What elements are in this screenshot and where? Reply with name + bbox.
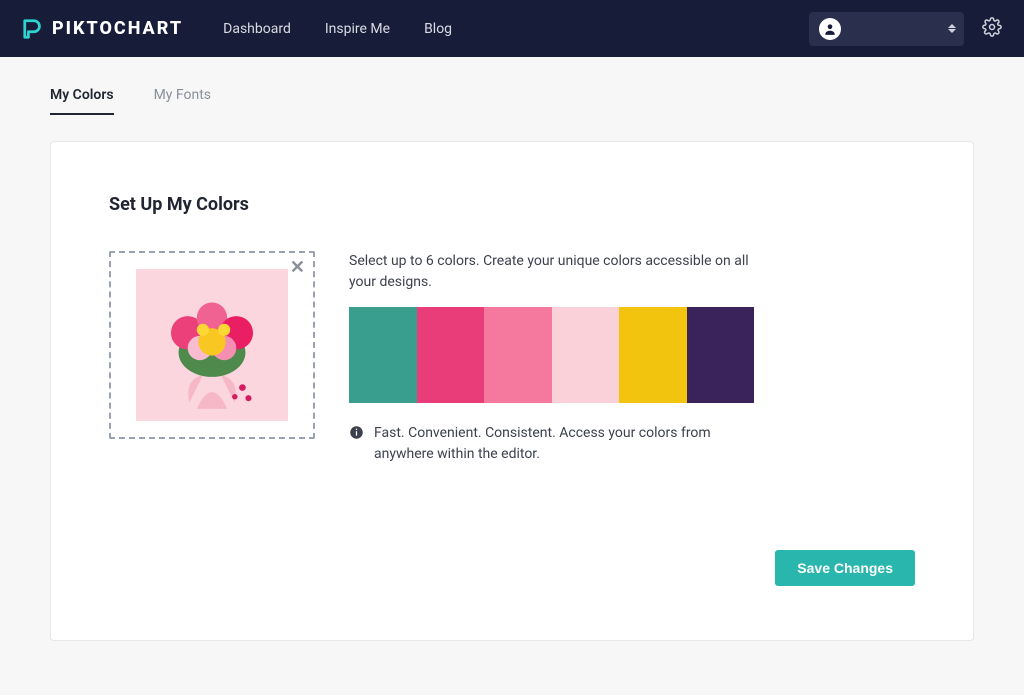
color-swatch-1[interactable] xyxy=(349,307,417,403)
page-body: My Colors My Fonts Set Up My Colors ✕ xyxy=(0,57,1024,665)
gear-icon xyxy=(982,17,1002,37)
save-changes-button[interactable]: Save Changes xyxy=(775,550,915,586)
right-column: Select up to 6 colors. Create your uniqu… xyxy=(349,251,759,465)
color-swatch-2[interactable] xyxy=(417,307,485,403)
image-thumbnail xyxy=(136,269,288,421)
main-nav: Dashboard Inspire Me Blog xyxy=(223,21,452,37)
color-swatch-4[interactable] xyxy=(552,307,620,403)
color-swatch-5[interactable] xyxy=(619,307,687,403)
settings-button[interactable] xyxy=(982,17,1002,41)
nav-inspire-me[interactable]: Inspire Me xyxy=(325,21,390,37)
logo-text: PIKTOCHART xyxy=(52,18,183,39)
nav-blog[interactable]: Blog xyxy=(424,21,452,37)
tab-my-fonts[interactable]: My Fonts xyxy=(154,87,211,115)
tabs: My Colors My Fonts xyxy=(50,87,974,115)
flowers-illustration-icon xyxy=(136,269,288,421)
info-icon xyxy=(349,425,364,440)
color-swatch-3[interactable] xyxy=(484,307,552,403)
settings-card: Set Up My Colors ✕ xyxy=(50,141,974,641)
dropdown-caret-icon xyxy=(948,12,956,46)
info-text: Fast. Convenient. Consistent. Access you… xyxy=(374,423,759,465)
user-account-select[interactable] xyxy=(809,12,964,46)
color-swatch-6[interactable] xyxy=(687,307,755,403)
topbar: PIKTOCHART Dashboard Inspire Me Blog xyxy=(0,0,1024,57)
content-row: ✕ xyxy=(109,251,915,465)
card-title: Set Up My Colors xyxy=(109,194,915,215)
tab-my-colors[interactable]: My Colors xyxy=(50,87,114,115)
color-palette xyxy=(349,307,754,403)
image-dropzone[interactable]: ✕ xyxy=(109,251,315,439)
user-avatar-icon xyxy=(819,18,841,40)
instruction-text: Select up to 6 colors. Create your uniqu… xyxy=(349,251,759,293)
nav-dashboard[interactable]: Dashboard xyxy=(223,21,291,37)
info-row: Fast. Convenient. Consistent. Access you… xyxy=(349,423,759,465)
logo-icon xyxy=(22,18,44,40)
logo[interactable]: PIKTOCHART xyxy=(22,18,183,40)
remove-image-button[interactable]: ✕ xyxy=(290,259,305,277)
